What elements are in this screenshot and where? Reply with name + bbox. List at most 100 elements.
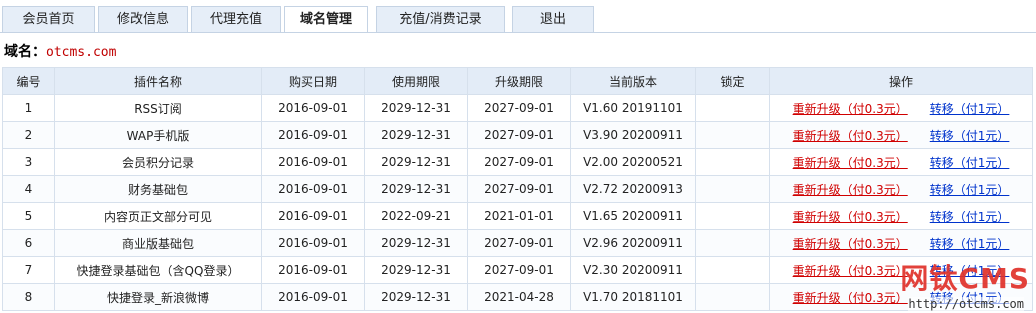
cell-lock: [695, 121, 770, 149]
header-lock: 锁定: [695, 67, 770, 95]
cell-no: 8: [2, 283, 55, 311]
table-row: 7 快捷登录基础包（含QQ登录） 2016-09-01 2029-12-31 2…: [2, 256, 1033, 284]
table-row: 2 WAP手机版 2016-09-01 2029-12-31 2027-09-0…: [2, 121, 1033, 149]
transfer-link[interactable]: 转移（付1元）: [930, 102, 1010, 116]
tab-domain-management[interactable]: 域名管理: [284, 6, 368, 33]
upgrade-link[interactable]: 重新升级（付0.3元）: [793, 237, 908, 251]
cell-buy-date: 2016-09-01: [261, 229, 365, 257]
cell-expire-date: 2029-12-31: [364, 175, 468, 203]
cell-plugin-name: 财务基础包: [54, 175, 262, 203]
cell-expire-date: 2029-12-31: [364, 121, 468, 149]
domain-value: otcms.com: [46, 45, 117, 60]
cell-version: V3.90 20200911: [570, 121, 696, 149]
upgrade-link[interactable]: 重新升级（付0.3元）: [793, 183, 908, 197]
cell-expire-date: 2029-12-31: [364, 283, 468, 311]
cell-buy-date: 2016-09-01: [261, 283, 365, 311]
cell-expire-date: 2029-12-31: [364, 94, 468, 122]
cell-no: 2: [2, 121, 55, 149]
header-expire-date: 使用期限: [364, 67, 468, 95]
cell-upgrade-date: 2027-09-01: [467, 175, 571, 203]
cell-upgrade-date: 2027-09-01: [467, 229, 571, 257]
header-plugin-name: 插件名称: [54, 67, 262, 95]
tab-member-home[interactable]: 会员首页: [2, 6, 95, 32]
cell-lock: [695, 256, 770, 284]
cell-version: V2.00 20200521: [570, 148, 696, 176]
domain-row: 域名：otcms.com: [4, 42, 116, 62]
tab-recharge-records[interactable]: 充值/消费记录: [376, 6, 505, 32]
cell-upgrade-date: 2021-01-01: [467, 202, 571, 230]
cell-no: 1: [2, 94, 55, 122]
transfer-link[interactable]: 转移（付1元）: [930, 237, 1010, 251]
cell-actions: 重新升级（付0.3元） 转移（付1元）: [769, 202, 1033, 230]
watermark-logo: 网钛CMS: [900, 262, 1030, 295]
header-buy-date: 购买日期: [261, 67, 365, 95]
header-version: 当前版本: [570, 67, 696, 95]
table-header-row: 编号 插件名称 购买日期 使用期限 升级期限 当前版本 锁定 操作: [2, 67, 1033, 95]
cell-buy-date: 2016-09-01: [261, 94, 365, 122]
cell-lock: [695, 94, 770, 122]
cell-buy-date: 2016-09-01: [261, 202, 365, 230]
cell-plugin-name: 快捷登录基础包（含QQ登录）: [54, 256, 262, 284]
cell-version: V2.96 20200911: [570, 229, 696, 257]
cell-version: V1.60 20191101: [570, 94, 696, 122]
transfer-link[interactable]: 转移（付1元）: [930, 156, 1010, 170]
cell-buy-date: 2016-09-01: [261, 121, 365, 149]
cell-plugin-name: RSS订阅: [54, 94, 262, 122]
cell-actions: 重新升级（付0.3元） 转移（付1元）: [769, 94, 1033, 122]
cell-no: 4: [2, 175, 55, 203]
cell-actions: 重新升级（付0.3元） 转移（付1元）: [769, 121, 1033, 149]
upgrade-link[interactable]: 重新升级（付0.3元）: [793, 156, 908, 170]
cell-plugin-name: 商业版基础包: [54, 229, 262, 257]
cell-plugin-name: 会员积分记录: [54, 148, 262, 176]
header-actions: 操作: [769, 67, 1033, 95]
tab-edit-info[interactable]: 修改信息: [98, 6, 188, 32]
cell-upgrade-date: 2027-09-01: [467, 256, 571, 284]
cell-no: 6: [2, 229, 55, 257]
watermark-url: http://otcms.com: [908, 297, 1024, 311]
upgrade-link[interactable]: 重新升级（付0.3元）: [793, 264, 908, 278]
cell-upgrade-date: 2027-09-01: [467, 148, 571, 176]
cell-plugin-name: WAP手机版: [54, 121, 262, 149]
cell-version: V2.30 20200911: [570, 256, 696, 284]
cell-buy-date: 2016-09-01: [261, 175, 365, 203]
header-no: 编号: [2, 67, 55, 95]
table-row: 8 快捷登录_新浪微博 2016-09-01 2029-12-31 2021-0…: [2, 283, 1033, 311]
table-row: 1 RSS订阅 2016-09-01 2029-12-31 2027-09-01…: [2, 94, 1033, 122]
cell-lock: [695, 283, 770, 311]
cell-lock: [695, 202, 770, 230]
header-upgrade-date: 升级期限: [467, 67, 571, 95]
cell-lock: [695, 229, 770, 257]
table-row: 5 内容页正文部分可见 2016-09-01 2022-09-21 2021-0…: [2, 202, 1033, 230]
cell-upgrade-date: 2027-09-01: [467, 121, 571, 149]
upgrade-link[interactable]: 重新升级（付0.3元）: [793, 129, 908, 143]
cell-no: 7: [2, 256, 55, 284]
cell-expire-date: 2029-12-31: [364, 229, 468, 257]
transfer-link[interactable]: 转移（付1元）: [930, 129, 1010, 143]
upgrade-link[interactable]: 重新升级（付0.3元）: [793, 102, 908, 116]
cell-version: V1.65 20200911: [570, 202, 696, 230]
cell-expire-date: 2029-12-31: [364, 256, 468, 284]
cell-no: 3: [2, 148, 55, 176]
cell-no: 5: [2, 202, 55, 230]
cell-upgrade-date: 2027-09-01: [467, 94, 571, 122]
tab-logout[interactable]: 退出: [512, 6, 594, 32]
cell-version: V2.72 20200913: [570, 175, 696, 203]
upgrade-link[interactable]: 重新升级（付0.3元）: [793, 210, 908, 224]
tab-divider: [0, 32, 1036, 33]
cell-buy-date: 2016-09-01: [261, 148, 365, 176]
cell-actions: 重新升级（付0.3元） 转移（付1元）: [769, 148, 1033, 176]
transfer-link[interactable]: 转移（付1元）: [930, 183, 1010, 197]
transfer-link[interactable]: 转移（付1元）: [930, 210, 1010, 224]
upgrade-link[interactable]: 重新升级（付0.3元）: [793, 291, 908, 305]
cell-plugin-name: 内容页正文部分可见: [54, 202, 262, 230]
cell-buy-date: 2016-09-01: [261, 256, 365, 284]
tab-bar: 会员首页 修改信息 代理充值 域名管理 充值/消费记录 退出: [0, 0, 1036, 33]
tab-agent-recharge[interactable]: 代理充值: [191, 6, 281, 32]
cell-actions: 重新升级（付0.3元） 转移（付1元）: [769, 175, 1033, 203]
cell-lock: [695, 175, 770, 203]
cell-upgrade-date: 2021-04-28: [467, 283, 571, 311]
table-row: 6 商业版基础包 2016-09-01 2029-12-31 2027-09-0…: [2, 229, 1033, 257]
cell-plugin-name: 快捷登录_新浪微博: [54, 283, 262, 311]
cell-actions: 重新升级（付0.3元） 转移（付1元）: [769, 229, 1033, 257]
cell-lock: [695, 148, 770, 176]
